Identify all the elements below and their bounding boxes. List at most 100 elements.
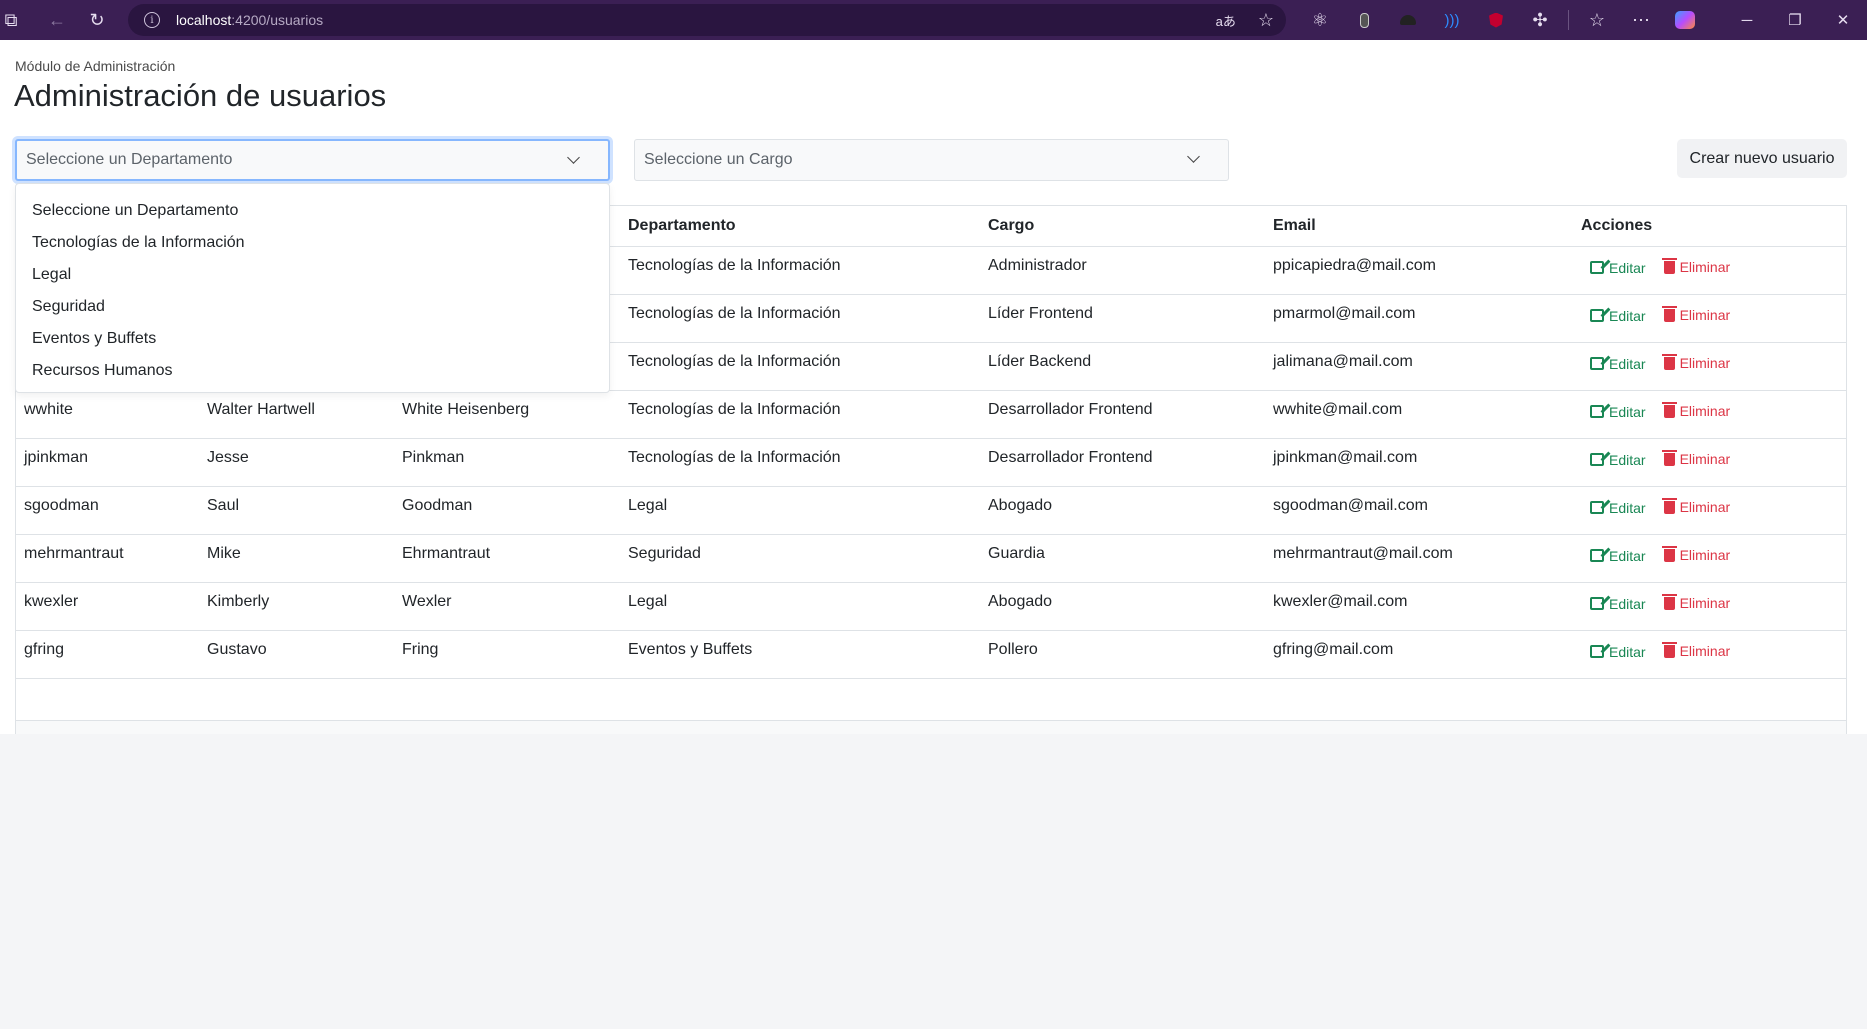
restore-icon[interactable]: ❐: [1771, 0, 1819, 40]
cell-username: sgoodman: [16, 486, 199, 535]
extension-battery-icon[interactable]: [1342, 0, 1386, 40]
translate-icon[interactable]: aあ: [1216, 11, 1236, 30]
delete-button[interactable]: Eliminar: [1661, 354, 1730, 371]
edit-icon: [1590, 645, 1604, 659]
cell-acciones: Editar Eliminar: [1573, 390, 1846, 439]
page-background: [0, 734, 1867, 1029]
more-menu-icon[interactable]: ⋯: [1619, 0, 1663, 40]
dropdown-option[interactable]: Seguridad: [16, 291, 609, 323]
cell-departamento: Tecnologías de la Información: [620, 342, 980, 391]
edit-button[interactable]: Editar: [1590, 548, 1646, 564]
edit-button[interactable]: Editar: [1590, 308, 1646, 324]
cell-nombre: Jesse: [199, 438, 394, 487]
toolbar-separator: [1568, 10, 1569, 30]
close-window-icon[interactable]: ✕: [1819, 0, 1867, 40]
delete-button[interactable]: Eliminar: [1661, 498, 1730, 515]
edit-button[interactable]: Editar: [1590, 404, 1646, 420]
edit-button[interactable]: Editar: [1590, 356, 1646, 372]
edit-label: Editar: [1609, 259, 1646, 276]
delete-button[interactable]: Eliminar: [1661, 594, 1730, 611]
back-icon[interactable]: ←: [37, 0, 77, 40]
table-row: wwhite Walter Hartwell White Heisenberg Tec…: [16, 390, 1846, 439]
cell-departamento: Tecnologías de la Información: [620, 294, 980, 343]
dropdown-option[interactable]: Recursos Humanos: [16, 355, 609, 387]
cell-username: gfring: [16, 630, 199, 679]
cell-acciones: Editar Eliminar: [1573, 246, 1846, 295]
site-info-icon[interactable]: i: [144, 12, 160, 28]
col-header-acciones: Acciones: [1573, 206, 1846, 247]
delete-button[interactable]: Eliminar: [1661, 258, 1731, 275]
edit-label: Editar: [1609, 595, 1646, 612]
angular-devtools-icon[interactable]: [1474, 0, 1518, 40]
minimize-icon[interactable]: ─: [1723, 0, 1771, 40]
reload-icon[interactable]: ↻: [77, 0, 117, 40]
page-content: Módulo de Administración Administración …: [0, 40, 1867, 759]
favorite-star-icon[interactable]: ☆: [1258, 10, 1274, 31]
cell-acciones: Editar Eliminar: [1573, 294, 1846, 343]
table-row: mehrmantraut Mike Ehrmantraut Seguridad Guar…: [16, 534, 1846, 583]
cell-acciones: Editar Eliminar: [1573, 438, 1846, 487]
url-text[interactable]: localhost:4200/usuarios: [176, 12, 323, 28]
cell-departamento: Tecnologías de la Información: [620, 246, 980, 295]
url-path: :4200/usuarios: [231, 12, 324, 28]
copilot-icon[interactable]: [1663, 0, 1707, 40]
cell-email: gfring@mail.com: [1265, 630, 1573, 679]
cell-email: wwhite@mail.com: [1265, 390, 1573, 439]
cell-apellidos: Fring: [394, 630, 620, 679]
table-row: kwexler Kimberly Wexler Legal Abogado kwexler…: [16, 582, 1846, 631]
delete-button[interactable]: Eliminar: [1661, 450, 1730, 467]
department-select-value: Seleccione un Departamento: [26, 151, 233, 168]
cell-username: jpinkman: [16, 438, 199, 487]
cargo-select[interactable]: Seleccione un Cargo: [634, 139, 1229, 181]
edit-button[interactable]: Editar: [1590, 596, 1646, 612]
department-select[interactable]: Seleccione un Departamento: [15, 139, 610, 181]
edit-button[interactable]: Editar: [1590, 260, 1646, 276]
chevron-down-icon: [1187, 150, 1200, 163]
url-host: localhost: [176, 12, 232, 28]
delete-button[interactable]: Eliminar: [1661, 546, 1730, 563]
edit-button[interactable]: Editar: [1590, 500, 1646, 516]
delete-label: Eliminar: [1679, 258, 1731, 275]
cell-email: kwexler@mail.com: [1265, 582, 1573, 631]
favorites-icon[interactable]: ☆: [1575, 0, 1619, 40]
react-devtools-icon[interactable]: ⚛: [1298, 0, 1342, 40]
cell-cargo: Administrador: [980, 246, 1265, 295]
department-dropdown-menu: Seleccione un Departamento Tecnologías d…: [15, 183, 610, 393]
tab-actions-icon[interactable]: ⧉: [0, 0, 22, 40]
cell-nombre: Walter Hartwell: [199, 390, 394, 439]
dropdown-option[interactable]: Seleccione un Departamento: [16, 195, 609, 227]
cell-nombre: Gustavo: [199, 630, 394, 679]
create-user-button[interactable]: Crear nuevo usuario: [1677, 139, 1847, 178]
trash-icon: [1661, 258, 1677, 275]
cell-email: mehrmantraut@mail.com: [1265, 534, 1573, 583]
cell-apellidos: Goodman: [394, 486, 620, 535]
extensions-puzzle-icon[interactable]: ✣: [1518, 0, 1562, 40]
dropdown-option[interactable]: Tecnologías de la Información: [16, 227, 609, 259]
dropdown-option[interactable]: Eventos y Buffets: [16, 323, 609, 355]
col-header-cargo: Cargo: [980, 206, 1265, 247]
edit-button[interactable]: Editar: [1590, 452, 1646, 468]
edit-label: Editar: [1609, 451, 1646, 468]
cell-acciones: Editar Eliminar: [1573, 630, 1846, 679]
edit-icon: [1590, 405, 1604, 419]
edit-icon: [1590, 597, 1604, 611]
edit-button[interactable]: Editar: [1590, 644, 1646, 660]
trash-icon: [1661, 594, 1677, 611]
extension-hat-icon[interactable]: [1386, 0, 1430, 40]
cell-apellidos: Pinkman: [394, 438, 620, 487]
cell-acciones: Editar Eliminar: [1573, 486, 1846, 535]
edit-label: Editar: [1609, 643, 1646, 660]
browser-toolbar: ⧉ ← ↻ i localhost:4200/usuarios aあ ☆ ⚛ )…: [0, 0, 1867, 40]
cell-username: wwhite: [16, 390, 199, 439]
cell-cargo: Desarrollador Frontend: [980, 390, 1265, 439]
edit-label: Editar: [1609, 547, 1646, 564]
delete-button[interactable]: Eliminar: [1661, 306, 1730, 323]
extension-wave-icon[interactable]: ))): [1430, 0, 1474, 40]
address-bar[interactable]: i localhost:4200/usuarios aあ ☆: [128, 4, 1286, 36]
trash-icon: [1661, 402, 1677, 419]
delete-button[interactable]: Eliminar: [1661, 402, 1730, 419]
trash-icon: [1661, 306, 1677, 323]
delete-button[interactable]: Eliminar: [1661, 642, 1730, 659]
cell-email: jalimana@mail.com: [1265, 342, 1573, 391]
dropdown-option[interactable]: Legal: [16, 259, 609, 291]
